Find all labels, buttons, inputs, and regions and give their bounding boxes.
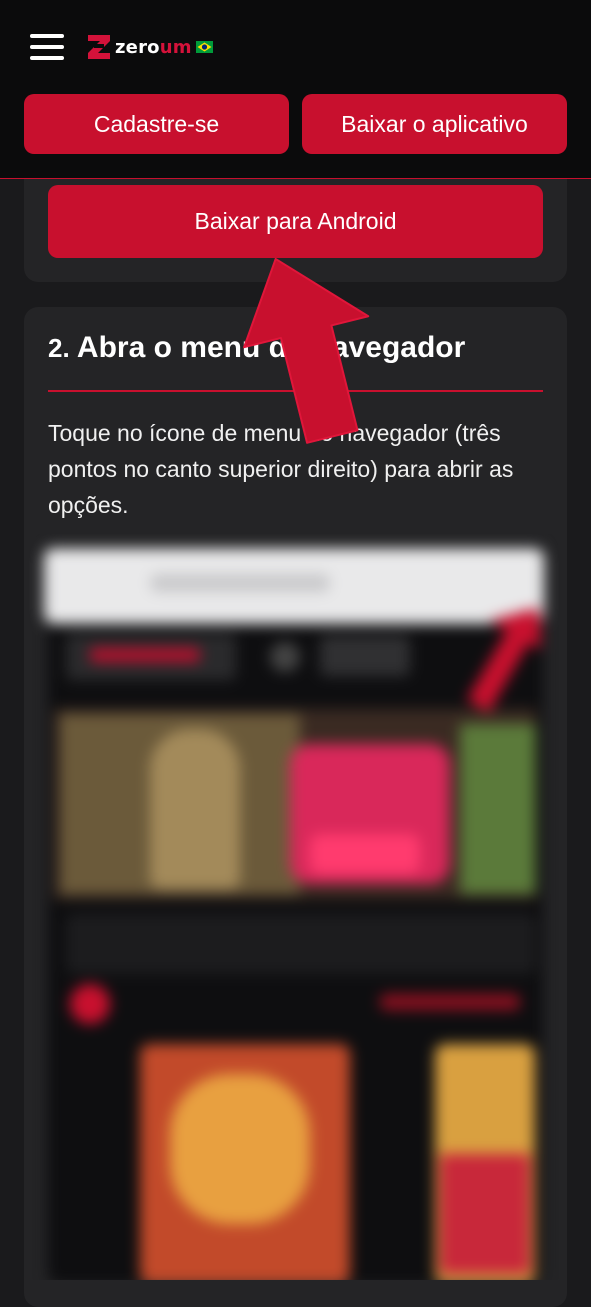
- hamburger-menu-icon[interactable]: [30, 34, 64, 60]
- pointer-arrow-icon: [243, 257, 370, 444]
- z-logo-icon: [88, 35, 110, 59]
- main-content: Baixar para Android 2. Abra o menu do na…: [0, 139, 591, 1307]
- zeroum-logo[interactable]: zeroum: [87, 32, 213, 62]
- logo-text: zeroum: [115, 36, 192, 58]
- step-number: 2.: [48, 333, 70, 363]
- download-app-button[interactable]: Baixar o aplicativo: [302, 94, 567, 154]
- blurred-screenshot-image: [0, 534, 591, 1280]
- signup-button[interactable]: Cadastre-se: [24, 94, 289, 154]
- brazil-flag-icon: [195, 41, 213, 53]
- tutorial-screenshot: [0, 534, 591, 1280]
- top-bar: zeroum Cadastre-se Baixar o aplicativo: [0, 0, 591, 179]
